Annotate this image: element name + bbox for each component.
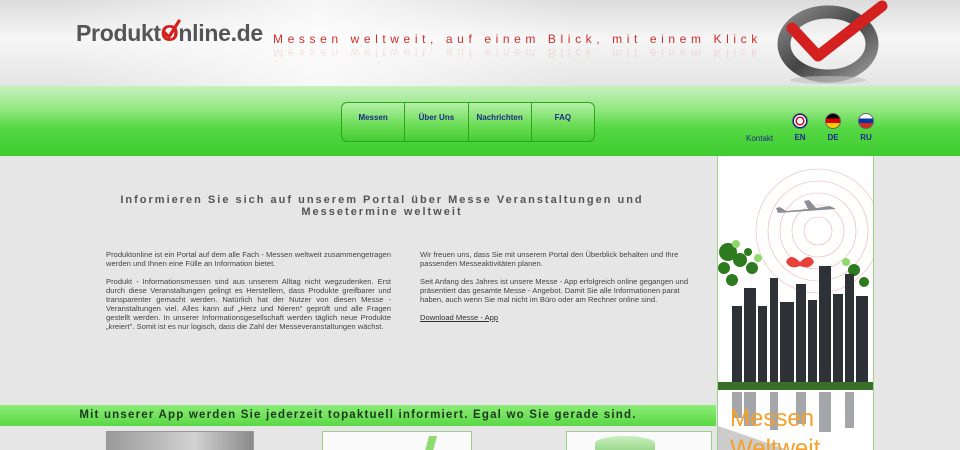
site-tagline-reflection: Messen weltweit, auf einem Blick, mit ei… [273, 46, 762, 60]
brand-emblem-icon [777, 0, 888, 84]
intro-paragraph: Seit Anfang des Jahres ist unsere Messe … [420, 277, 689, 304]
main-content: Informieren Sie sich auf unserem Portal … [0, 156, 716, 405]
side-ad-line2: Weltweit [730, 435, 821, 450]
language-ru-button[interactable]: RU [851, 113, 881, 142]
logo-suffix: nline [178, 20, 231, 46]
kontakt-link[interactable]: Kontakt [746, 134, 773, 143]
intro-paragraph: Produkt - Informationsmessen sind aus un… [106, 277, 391, 331]
language-de-label: DE [827, 133, 839, 142]
nav-item-faq[interactable]: FAQ [532, 103, 594, 141]
intro-paragraph: Wir freuen uns, dass Sie mit unserem Por… [420, 250, 679, 268]
language-en-button[interactable]: EN [785, 113, 815, 142]
navigation-band: Messen Über Uns Nachrichten FAQ Kontakt … [0, 86, 960, 156]
butterfly-icon [786, 257, 814, 268]
intro-column-right: Wir freuen uns, dass Sie mit unserem Por… [420, 250, 698, 331]
logo-o: O [161, 19, 181, 47]
main-nav: Messen Über Uns Nachrichten FAQ [341, 102, 595, 142]
airplane-icon [776, 200, 836, 213]
flag-germany-icon [825, 113, 841, 129]
app-promo-banner: Mit unserer App werden Sie jederzeit top… [0, 405, 716, 426]
site-header: ProduktO nline.de Messen weltweit, auf ei… [0, 0, 960, 86]
nav-item-messen[interactable]: Messen [342, 103, 406, 141]
logo-prefix: Produkt [76, 20, 161, 46]
thumbnail-image[interactable] [106, 431, 254, 450]
checkmark-icon [162, 19, 181, 40]
page-margin-right [874, 156, 960, 450]
logo-tld: .de [230, 20, 264, 46]
site-logo[interactable]: ProduktO nline.de [76, 19, 264, 47]
side-ad-text: Messen Weltweit [730, 404, 873, 450]
leaf-icon [424, 436, 438, 450]
language-de-button[interactable]: DE [818, 113, 848, 142]
thumbnail-image[interactable] [322, 431, 472, 450]
site-tagline: Messen weltweit, auf einem Blick, mit ei… [273, 32, 762, 46]
download-app-link[interactable]: Download Messe - App [420, 313, 498, 322]
product-shape-icon [595, 436, 655, 450]
page-headline: Informieren Sie sich auf unserem Portal … [120, 194, 644, 218]
flag-russia-icon [858, 113, 874, 129]
side-advertisement[interactable]: Messen Weltweit [717, 156, 874, 450]
thumbnail-image[interactable] [566, 431, 712, 450]
intro-column-left: Produktonline ist ein Portal auf dem all… [106, 250, 391, 340]
language-ru-label: RU [860, 133, 872, 142]
side-ad-line1: Messen [730, 405, 815, 432]
language-en-label: EN [794, 133, 806, 142]
nav-item-nachrichten[interactable]: Nachrichten [469, 103, 532, 141]
nav-item-ueber-uns[interactable]: Über Uns [405, 103, 469, 141]
intro-paragraph: Produktonline ist ein Portal auf dem all… [106, 250, 391, 268]
flag-uk-icon [792, 113, 808, 129]
